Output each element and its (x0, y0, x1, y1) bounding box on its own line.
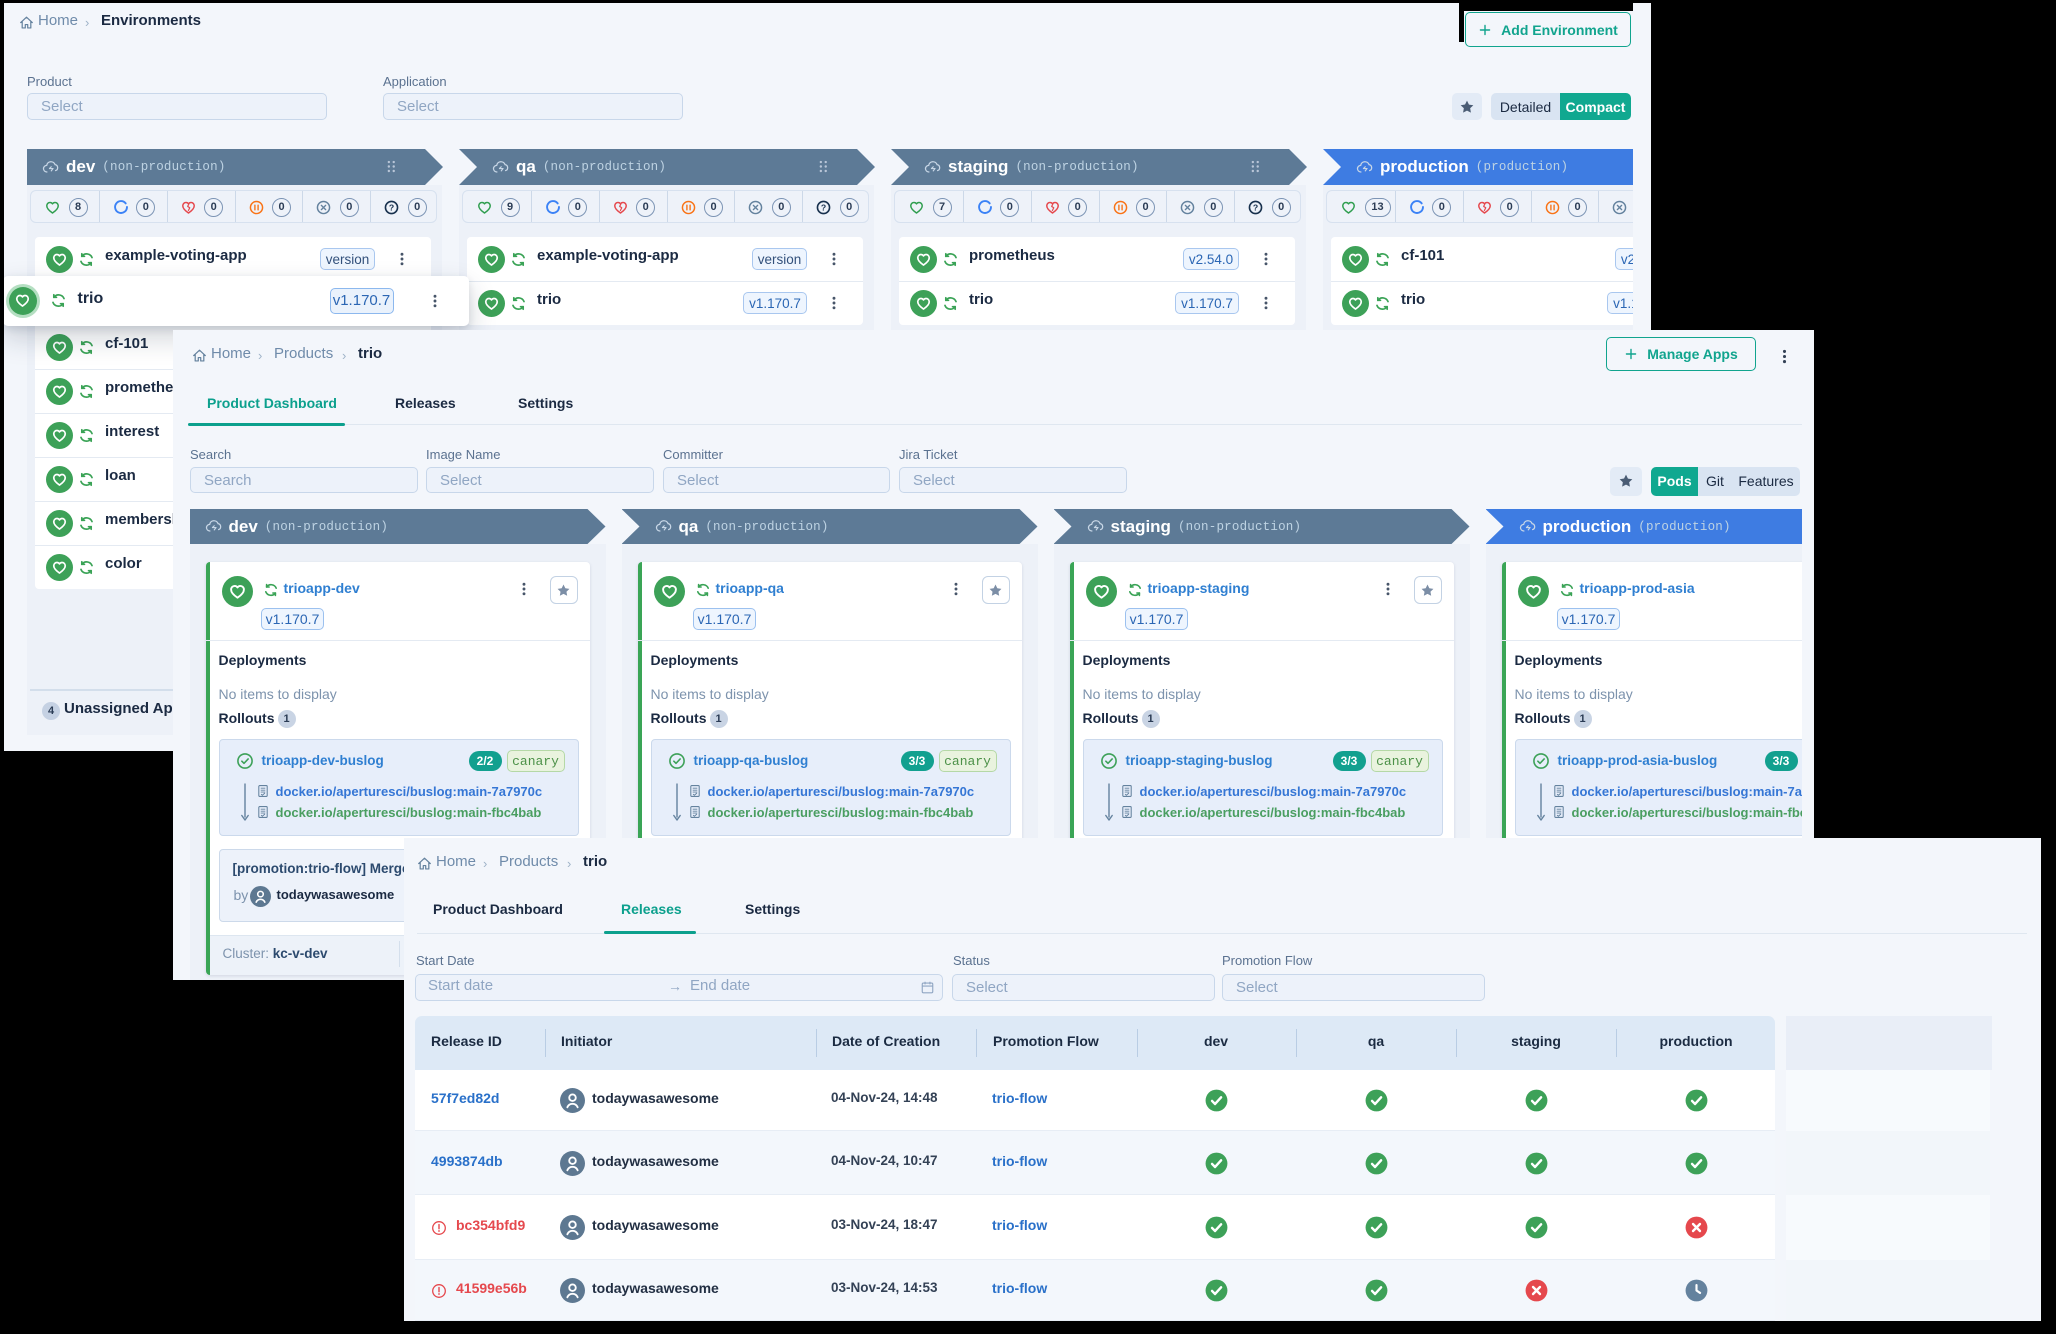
svg-text:?: ? (1253, 202, 1258, 212)
svg-text:?: ? (389, 202, 394, 212)
svg-text:?: ? (821, 202, 826, 212)
